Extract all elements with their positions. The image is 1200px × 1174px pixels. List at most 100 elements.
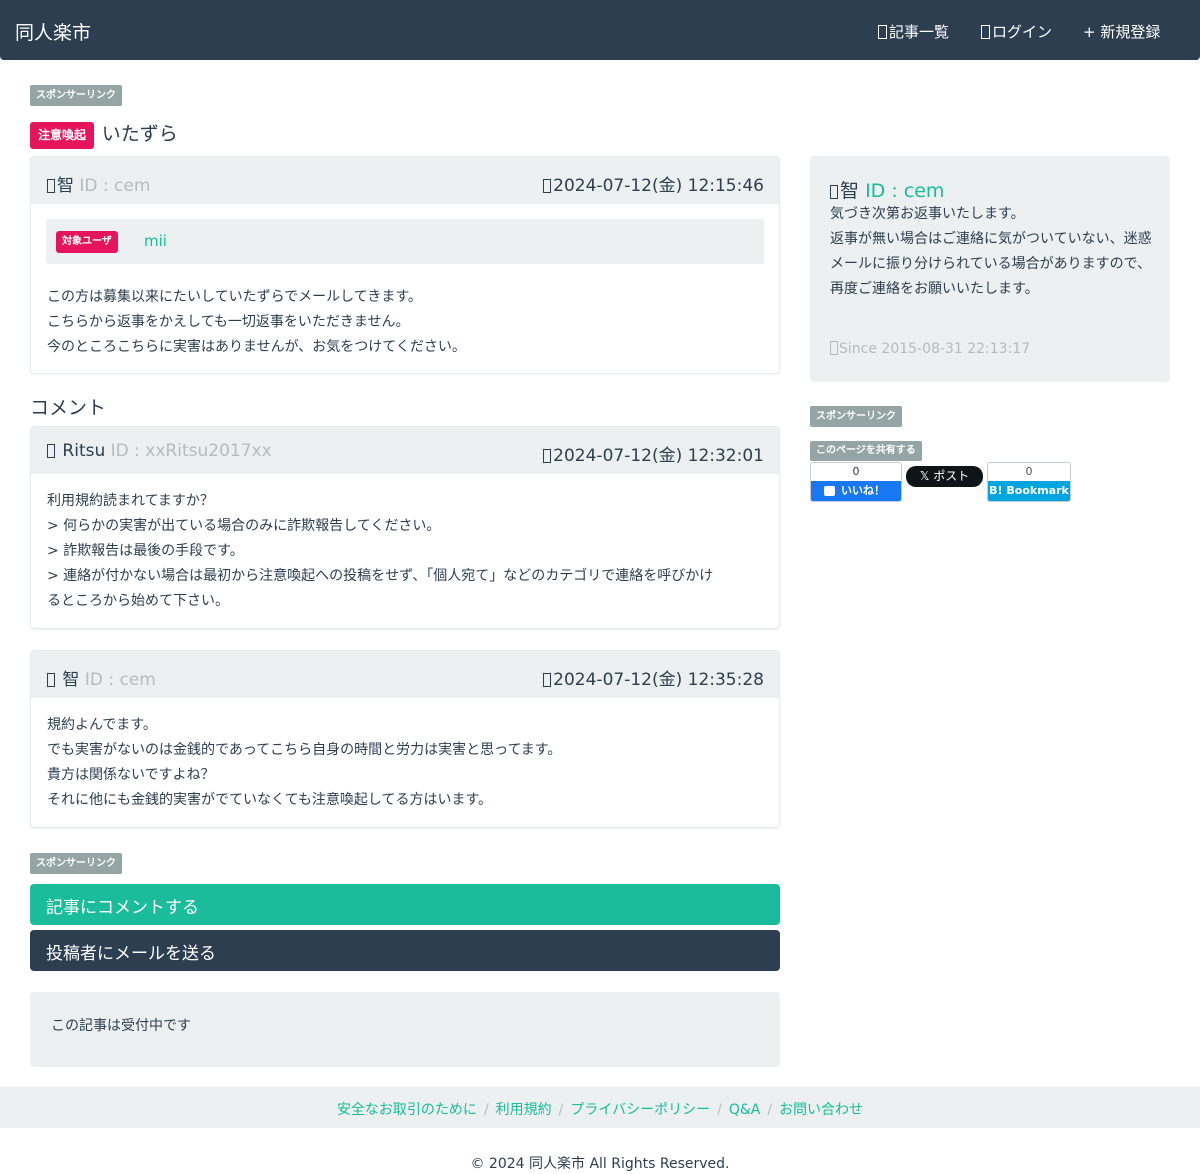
comment-author: Ritsu ID : xxRitsu2017xx xyxy=(47,441,272,461)
clock-icon xyxy=(543,673,552,687)
facebook-like-bar: いいね！ xyxy=(811,481,901,501)
article-body-line: この方は募集以来にたいしていたずらでメールしてきます。 xyxy=(47,289,422,305)
article-card-header: 智 ID : cem 2024-07-12(金) 12:15:46 xyxy=(31,157,779,204)
list-icon xyxy=(878,25,887,39)
copyright: © 2024 同人楽市 All Rights Reserved. xyxy=(470,1156,730,1172)
comment-body-line: でも実害がないのは金銭的であってこちら自身の時間と労力は実害と思ってます。 xyxy=(47,742,562,758)
article-card: 智 ID : cem 2024-07-12(金) 12:15:46 対象ユーザ … xyxy=(30,156,780,374)
footer-link-terms[interactable]: 利用規約 xyxy=(496,1102,552,1118)
footer-links: 安全なお取引のために / 利用規約 / プライバシーポリシー / Q&A / お問い合わせ xyxy=(0,1087,1200,1128)
article-body-line: こちらから返事をかえしても一切返事をいただきません。 xyxy=(47,314,410,330)
article-author: 智 ID : cem xyxy=(47,171,150,196)
hatena-bookmark-label: B! Bookmark xyxy=(988,481,1070,501)
user-icon xyxy=(47,179,55,193)
comment-body-line: 利用規約読まれてますか？ xyxy=(47,493,214,509)
profile-message: 気づき次第お返事いたします。 返事が無い場合はご連絡に気がついていない、迷惑メー… xyxy=(830,202,1155,302)
profile-message-line: 再度ご連絡をお願いいたします。 xyxy=(830,281,1039,297)
sponsor-label-middle: スポンサーリンク xyxy=(30,853,122,874)
target-user-box: 対象ユーザ mii xyxy=(46,219,764,264)
status-panel: この記事は受付中です xyxy=(30,992,780,1067)
user-icon xyxy=(47,673,55,687)
article-title-row: 注意喚起 いたずら xyxy=(30,119,178,149)
comment-date-text: 2024-07-12(金) 12:35:28 xyxy=(553,670,764,690)
comment-author-id: ID : cem xyxy=(84,670,156,690)
clock-icon xyxy=(543,449,552,463)
comment-author: 智 ID : cem xyxy=(47,665,156,690)
nav-articles-label: 記事一覧 xyxy=(889,23,950,41)
comment-body-line: > 何らかの実害が出ている場合のみに詐欺報告してください。 xyxy=(47,518,441,534)
hatena-bookmark-count: 0 xyxy=(1025,465,1033,478)
comment-date: 2024-07-12(金) 12:32:01 xyxy=(543,441,764,466)
comment-date: 2024-07-12(金) 12:35:28 xyxy=(543,665,764,690)
comment-author-name[interactable]: 智 xyxy=(62,670,79,690)
target-user-link[interactable]: mii xyxy=(144,232,167,250)
profile-since-text: Since 2015-08-31 22:13:17 xyxy=(839,341,1031,357)
article-title: いたずら xyxy=(101,123,178,145)
article-date: 2024-07-12(金) 12:15:46 xyxy=(543,171,764,196)
comment-author-id: ID : xxRitsu2017xx xyxy=(110,441,272,461)
site-brand[interactable]: 同人楽市 xyxy=(15,18,91,45)
x-post-label: ポスト xyxy=(933,469,970,483)
comment-card: 智 ID : cem 2024-07-12(金) 12:35:28 規約よんでま… xyxy=(30,650,780,828)
sponsor-label-side: スポンサーリンク xyxy=(810,406,902,427)
x-logo-icon: 𝕏 xyxy=(919,469,930,483)
comment-body-line: るところから始めて下さい。 xyxy=(47,593,229,609)
footer-link-safety[interactable]: 安全なお取引のために xyxy=(337,1102,477,1118)
hatena-bookmark-button[interactable]: 0 B! Bookmark xyxy=(987,462,1071,502)
profile-card: 智 ID : cem 気づき次第お返事いたします。 返事が無い場合はご連絡に気が… xyxy=(810,156,1170,382)
comment-body-line: 規約よんでます。 xyxy=(47,717,157,733)
nav-login-link[interactable]: ログイン xyxy=(981,21,1052,42)
footer-separator: / xyxy=(767,1102,773,1118)
clock-icon xyxy=(543,179,552,193)
facebook-like-count: 0 xyxy=(852,465,860,478)
sponsor-label-top: スポンサーリンク xyxy=(30,85,122,106)
comments-heading: コメント xyxy=(30,397,107,419)
comment-body-line: > 連絡が付かない場合は最初から注意喚起への投稿をせず、「個人宛て」などのカテゴ… xyxy=(47,568,714,584)
nav-register-link[interactable]: + 新規登録 xyxy=(1083,21,1160,42)
comment-button[interactable]: 記事にコメントする xyxy=(30,884,780,925)
comment-body-line: それに他にも金銭的実害がでていなくても注意喚起してる方はいます。 xyxy=(47,792,493,808)
comment-body: 利用規約読まれてますか？ > 何らかの実害が出ている場合のみに詐欺報告してくださ… xyxy=(47,489,713,614)
clock-icon xyxy=(830,341,838,355)
send-mail-button[interactable]: 投稿者にメールを送る xyxy=(30,930,780,971)
top-navbar: 同人楽市 記事一覧 ログイン + 新規登録 xyxy=(0,0,1200,60)
user-icon xyxy=(830,185,838,199)
comment-date-text: 2024-07-12(金) 12:32:01 xyxy=(553,446,764,466)
comment-header: Ritsu ID : xxRitsu2017xx 2024-07-12(金) 1… xyxy=(31,427,779,474)
comment-header: 智 ID : cem 2024-07-12(金) 12:35:28 xyxy=(31,651,779,698)
nav-login-label: ログイン xyxy=(992,23,1053,41)
footer-separator: / xyxy=(717,1102,722,1118)
profile-name: 智 ID : cem xyxy=(830,176,944,203)
footer-link-privacy[interactable]: プライバシーポリシー xyxy=(570,1102,710,1118)
article-body: この方は募集以来にたいしていたずらでメールしてきます。 こちらから返事をかえして… xyxy=(47,285,466,360)
user-icon xyxy=(47,444,55,458)
share-label: このページを共有する xyxy=(810,441,922,461)
footer-link-contact[interactable]: お問い合わせ xyxy=(779,1102,863,1118)
status-text: この記事は受付中です xyxy=(51,1018,191,1034)
thumbs-up-icon xyxy=(824,486,835,496)
article-body-line: 今のところこちらに実害はありませんが、お気をつけてください。 xyxy=(47,339,466,355)
target-user-badge: 対象ユーザ xyxy=(56,231,118,253)
footer-link-qa[interactable]: Q&A xyxy=(729,1102,761,1118)
nav-articles-link[interactable]: 記事一覧 xyxy=(878,21,949,42)
article-author-id: ID : cem xyxy=(79,176,151,196)
profile-id[interactable]: ID : cem xyxy=(865,180,944,202)
comment-author-name[interactable]: Ritsu xyxy=(62,441,105,461)
login-icon xyxy=(981,25,990,39)
comment-body-line: 貴方は関係ないですよね？ xyxy=(47,767,215,783)
article-author-name[interactable]: 智 xyxy=(57,176,74,196)
comment-body: 規約よんでます。 でも実害がないのは金銭的であってこちら自身の時間と労力は実害と… xyxy=(47,713,561,813)
profile-name-text[interactable]: 智 xyxy=(840,180,859,202)
category-badge: 注意喚起 xyxy=(30,122,95,149)
x-post-button[interactable]: 𝕏 ポスト xyxy=(906,466,983,487)
facebook-like-label: いいね！ xyxy=(841,484,885,497)
article-date-text: 2024-07-12(金) 12:15:46 xyxy=(553,176,764,196)
profile-message-line: 返事が無い場合はご連絡に気がついていない、迷惑メールに振り分けられている場合があ… xyxy=(830,231,1152,272)
footer-separator: / xyxy=(483,1102,489,1118)
comment-body-line: > 詐欺報告は最後の手段です。 xyxy=(47,543,244,559)
comment-card: Ritsu ID : xxRitsu2017xx 2024-07-12(金) 1… xyxy=(30,426,780,629)
footer-separator: / xyxy=(558,1102,564,1118)
profile-message-line: 気づき次第お返事いたします。 xyxy=(830,206,1025,222)
profile-since: Since 2015-08-31 22:13:17 xyxy=(830,341,1030,357)
facebook-like-button[interactable]: 0 いいね！ xyxy=(810,462,902,502)
